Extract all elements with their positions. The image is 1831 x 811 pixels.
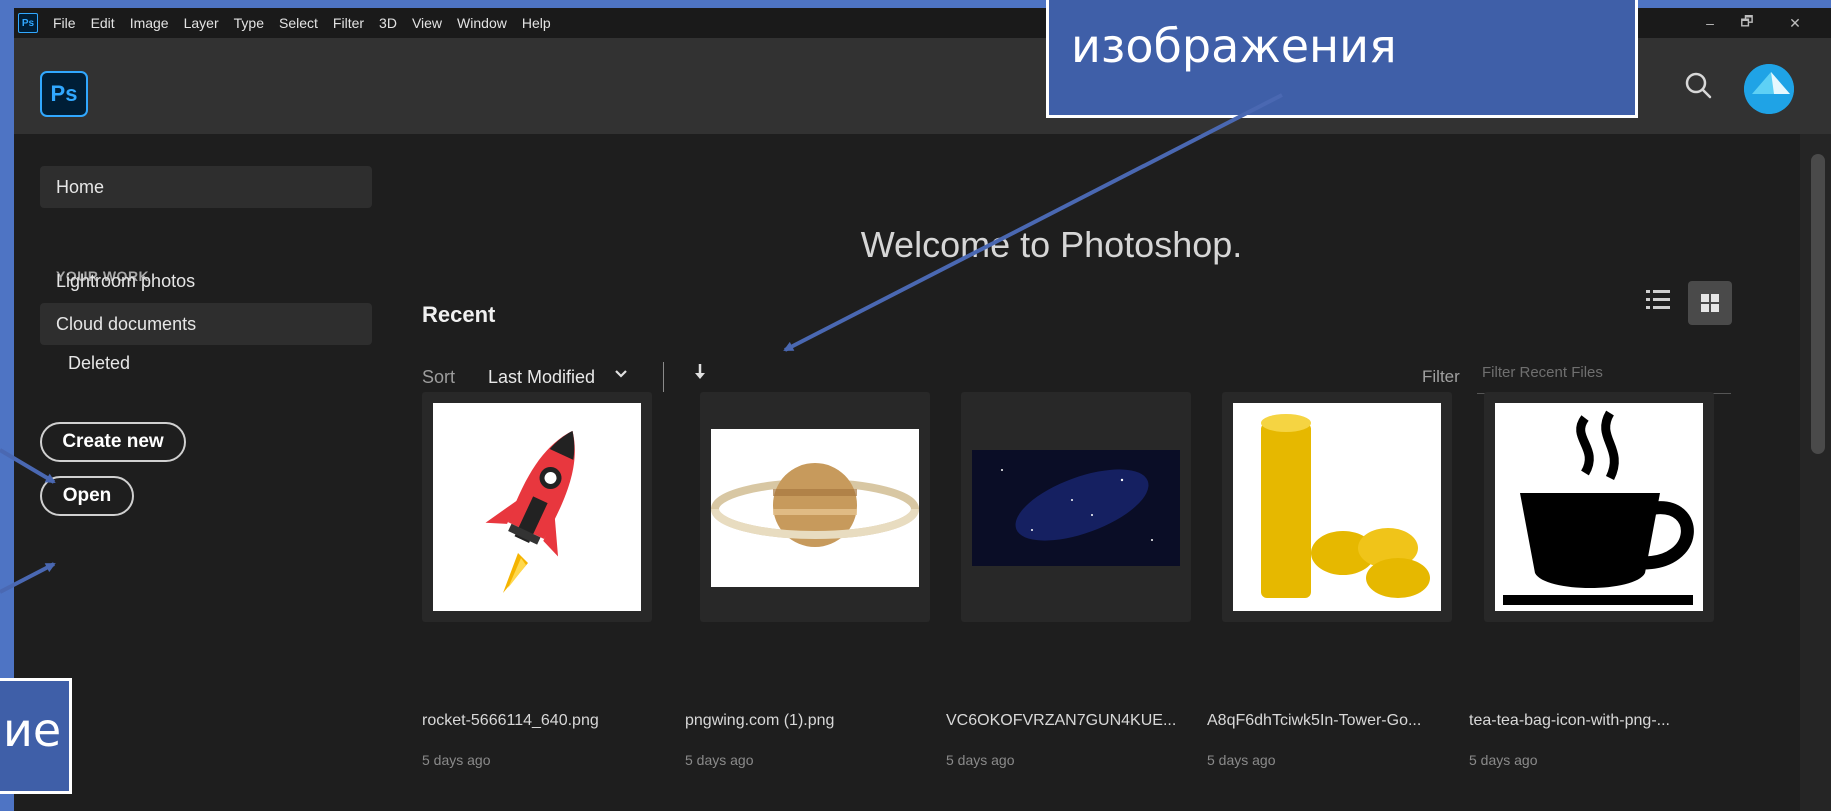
sidebar-item-label: Home (56, 176, 105, 197)
callout-bottom: ие (0, 678, 72, 794)
callout-top: изображения (1046, 0, 1638, 118)
file-date: 5 days ago (946, 752, 1015, 768)
open-button[interactable]: Open (40, 476, 134, 516)
photoshop-window: Ps File Edit Image Layer Type Select Fil… (14, 8, 1831, 811)
sidebar-item-label: Cloud documents (56, 313, 197, 334)
recent-file-card[interactable] (422, 392, 652, 622)
starfield-thumbnail (972, 450, 1180, 566)
welcome-heading: Welcome to Photoshop. (860, 224, 1243, 265)
callout-bottom-text: ие (3, 703, 62, 757)
menu-layer[interactable]: Layer (184, 15, 219, 31)
sidebar-item-cloud-documents[interactable]: Cloud documents (40, 303, 372, 345)
restore-button[interactable]: 🗗 (1724, 8, 1770, 38)
sidebar-item-label: Lightroom photos (56, 270, 196, 291)
file-name[interactable]: pngwing.com (1).png (685, 712, 925, 730)
sort-label: Sort (422, 367, 456, 387)
recent-file-card[interactable] (961, 392, 1191, 622)
recent-file-card[interactable] (1222, 392, 1452, 622)
menu-3d[interactable]: 3D (379, 15, 397, 31)
list-view-icon[interactable] (1642, 284, 1674, 316)
avatar-image (1744, 64, 1794, 114)
cup-thumbnail (1495, 403, 1703, 611)
menu-image[interactable]: Image (130, 15, 169, 31)
file-date: 5 days ago (1207, 752, 1276, 768)
ps-app-icon: Ps (18, 13, 38, 33)
file-date: 5 days ago (685, 752, 754, 768)
sort-dropdown[interactable]: Last Modified (488, 367, 595, 388)
scrollbar-thumb[interactable] (1811, 154, 1825, 454)
menu-file[interactable]: File (53, 15, 76, 31)
menu-view[interactable]: View (412, 15, 442, 31)
file-name[interactable]: VC6OKOFVRZAN7GUN4KUE... (946, 712, 1186, 730)
grid-view-button[interactable] (1688, 281, 1732, 325)
menu-select[interactable]: Select (279, 15, 318, 31)
filter-input[interactable] (1477, 352, 1731, 394)
filter-label: Filter (1422, 367, 1460, 386)
file-name[interactable]: rocket-5666114_640.png (422, 712, 662, 730)
menu-filter[interactable]: Filter (333, 15, 364, 31)
grid-view-icon (1701, 294, 1719, 312)
sort-direction-icon[interactable] (690, 360, 710, 384)
home-main: Home YOUR WORK Lightroom photos Cloud do… (14, 134, 1831, 811)
menu-type[interactable]: Type (234, 15, 264, 31)
file-date: 5 days ago (1469, 752, 1538, 768)
avatar[interactable] (1744, 64, 1794, 114)
file-name[interactable]: A8qF6dhTciwk5In-Tower-Go... (1207, 712, 1447, 730)
search-icon[interactable] (1679, 66, 1719, 106)
create-new-button[interactable]: Create new (40, 422, 186, 462)
menu-help[interactable]: Help (522, 15, 551, 31)
sidebar-item-lightroom[interactable]: Lightroom photos (40, 260, 372, 302)
sidebar-item-home[interactable]: Home (40, 166, 372, 208)
divider (663, 362, 664, 392)
planet-thumbnail (711, 429, 919, 587)
file-date: 5 days ago (422, 752, 491, 768)
menu-edit[interactable]: Edit (91, 15, 115, 31)
close-button[interactable]: ✕ (1772, 8, 1818, 38)
ps-logo[interactable]: Ps (40, 71, 88, 117)
menu-window[interactable]: Window (457, 15, 507, 31)
sidebar-item-deleted[interactable]: Deleted (40, 342, 372, 384)
rocket-thumbnail (433, 403, 641, 611)
recent-heading: Recent (422, 302, 496, 327)
callout-top-text: изображения (1071, 19, 1397, 73)
file-name[interactable]: tea-tea-bag-icon-with-png-... (1469, 712, 1709, 730)
sidebar-item-label: Deleted (68, 352, 131, 373)
chevron-down-icon[interactable] (613, 365, 629, 381)
recent-file-card[interactable] (1484, 392, 1714, 622)
coins-thumbnail (1233, 403, 1441, 611)
recent-file-card[interactable] (700, 392, 930, 622)
